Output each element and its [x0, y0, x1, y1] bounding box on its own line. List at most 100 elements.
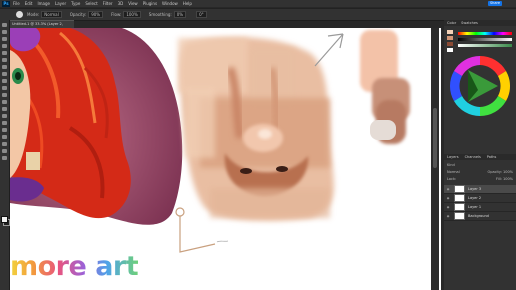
color-panel-tabs: Color Swatches [444, 20, 516, 26]
layer-opacity-label: Opacity: [487, 170, 502, 174]
menu-filter[interactable]: Filter [103, 1, 113, 6]
crop-tool-icon[interactable] [2, 51, 7, 55]
lock-fill-row: Lock: Fill: 100% [447, 177, 513, 182]
mode-label: Mode: [27, 12, 40, 17]
layer-filter-row[interactable]: Kind [447, 163, 513, 168]
swatch-2[interactable] [447, 36, 453, 40]
smoothing-control[interactable]: Smoothing: 0% [148, 11, 187, 18]
blend-mode-select[interactable]: Normal [447, 170, 460, 175]
marquee-tool-icon[interactable] [2, 30, 7, 34]
layer-opacity-input[interactable]: 100% [503, 170, 513, 174]
saturation-slider[interactable] [458, 44, 512, 47]
swatch-3[interactable] [447, 42, 453, 46]
layer-name: Layer 1 [468, 205, 482, 209]
eyedropper-tool-icon[interactable] [2, 58, 7, 62]
opacity-label: Opacity: [69, 12, 87, 17]
menu-edit[interactable]: Edit [25, 1, 33, 6]
lasso-tool-icon[interactable] [2, 37, 7, 41]
dodge-tool-icon[interactable] [2, 114, 7, 118]
layer-thumbnail [454, 185, 465, 193]
layer-thumbnail [454, 203, 465, 211]
clone-stamp-tool-icon[interactable] [2, 79, 7, 83]
menu-3d[interactable]: 3D [118, 1, 124, 6]
collar [26, 152, 40, 170]
smoothing-input[interactable]: 0% [173, 11, 187, 18]
fill-label: Fill: [496, 177, 502, 181]
pen-tool-icon[interactable] [2, 121, 7, 125]
menu-type[interactable]: Type [71, 1, 80, 6]
scroll-thumb[interactable] [433, 108, 437, 168]
lock-label[interactable]: Lock: [447, 177, 456, 182]
fill-input[interactable]: 100% [503, 177, 513, 181]
angle-control[interactable]: 0° [194, 11, 207, 18]
history-brush-tool-icon[interactable] [2, 86, 7, 90]
angle-input[interactable]: 0° [196, 11, 207, 18]
flow-label: Flow: [111, 12, 122, 17]
zoom-tool-icon[interactable] [2, 156, 7, 160]
opacity-control[interactable]: Opacity: 90% [69, 11, 104, 18]
menu-layer[interactable]: Layer [55, 1, 66, 6]
channel-watermark: more art [10, 251, 139, 282]
swatch-4[interactable] [447, 48, 453, 52]
share-button[interactable]: Share [488, 1, 502, 6]
flow-control[interactable]: Flow: 100% [111, 11, 141, 18]
menu-window[interactable]: Window [162, 1, 178, 6]
layer-thumbnail [454, 212, 465, 220]
menu-file[interactable]: File [13, 1, 20, 6]
kind-filter[interactable]: Kind [447, 163, 455, 168]
brush-preset-icon[interactable] [16, 11, 23, 18]
healing-tool-icon[interactable] [2, 65, 7, 69]
type-tool-icon[interactable] [2, 128, 7, 132]
color-wheel-icon[interactable] [448, 54, 512, 118]
arrow-sketch [314, 33, 344, 67]
path-select-tool-icon[interactable] [2, 135, 7, 139]
value-slider[interactable] [458, 38, 512, 41]
layer-name: Background [468, 214, 489, 218]
layer-name: Layer 3 [468, 187, 482, 191]
paint-swatch-gray [370, 120, 396, 140]
flow-input[interactable]: 100% [123, 11, 141, 18]
visibility-eye-icon[interactable]: ◉ [445, 203, 451, 211]
visibility-eye-icon[interactable]: ◉ [445, 212, 451, 220]
tab-paths[interactable]: Paths [487, 154, 497, 160]
visibility-eye-icon[interactable]: ◉ [445, 185, 451, 193]
menu-plugins[interactable]: Plugins [143, 1, 157, 6]
right-panels: Color Swatches Layers Channels Paths Kin… [444, 20, 516, 290]
menu-help[interactable]: Help [183, 1, 192, 6]
menu-bar: Ps File Edit Image Layer Type Select Fil… [0, 0, 516, 7]
tab-color[interactable]: Color [447, 20, 456, 26]
tools-panel [0, 20, 10, 290]
visibility-eye-icon[interactable]: ◉ [445, 194, 451, 202]
menu-select[interactable]: Select [85, 1, 97, 6]
swatch-1[interactable] [447, 30, 453, 34]
foreground-color-swatch[interactable] [1, 216, 8, 223]
layer-row-layer-1[interactable]: ◉ Layer 1 [444, 203, 516, 212]
hand-tool-icon[interactable] [2, 149, 7, 153]
menu-view[interactable]: View [128, 1, 138, 6]
shape-tool-icon[interactable] [2, 142, 7, 146]
quick-select-tool-icon[interactable] [2, 44, 7, 48]
move-tool-icon[interactable] [2, 23, 7, 27]
gradient-tool-icon[interactable] [2, 100, 7, 104]
layer-row-layer-3[interactable]: ◉ Layer 3 [444, 185, 516, 194]
document-tab[interactable]: Untitled-1 @ 33.3% (Layer 2, RGB/8) * [9, 20, 74, 33]
tab-layers[interactable]: Layers [447, 154, 459, 160]
eraser-tool-icon[interactable] [2, 93, 7, 97]
layer-row-background[interactable]: ◉ Background [444, 212, 516, 221]
smoothing-label: Smoothing: [148, 12, 172, 17]
tab-swatches[interactable]: Swatches [461, 20, 478, 26]
hue-slider[interactable] [458, 32, 512, 35]
layer-row-layer-2[interactable]: ◉ Layer 2 [444, 194, 516, 203]
blur-tool-icon[interactable] [2, 107, 7, 111]
mode-control[interactable]: Mode: Normal [27, 11, 62, 18]
mode-select[interactable]: Normal [41, 11, 62, 18]
tab-channels[interactable]: Channels [465, 154, 481, 160]
menu-image[interactable]: Image [37, 1, 50, 6]
vertical-scrollbar[interactable] [431, 28, 439, 290]
opacity-input[interactable]: 90% [88, 11, 104, 18]
blend-opacity-row: Normal Opacity: 100% [447, 170, 513, 175]
recent-swatches [447, 30, 453, 52]
photoshop-logo: Ps [2, 0, 10, 7]
brush-tool-icon[interactable] [2, 72, 7, 76]
layer-thumbnail [454, 194, 465, 202]
